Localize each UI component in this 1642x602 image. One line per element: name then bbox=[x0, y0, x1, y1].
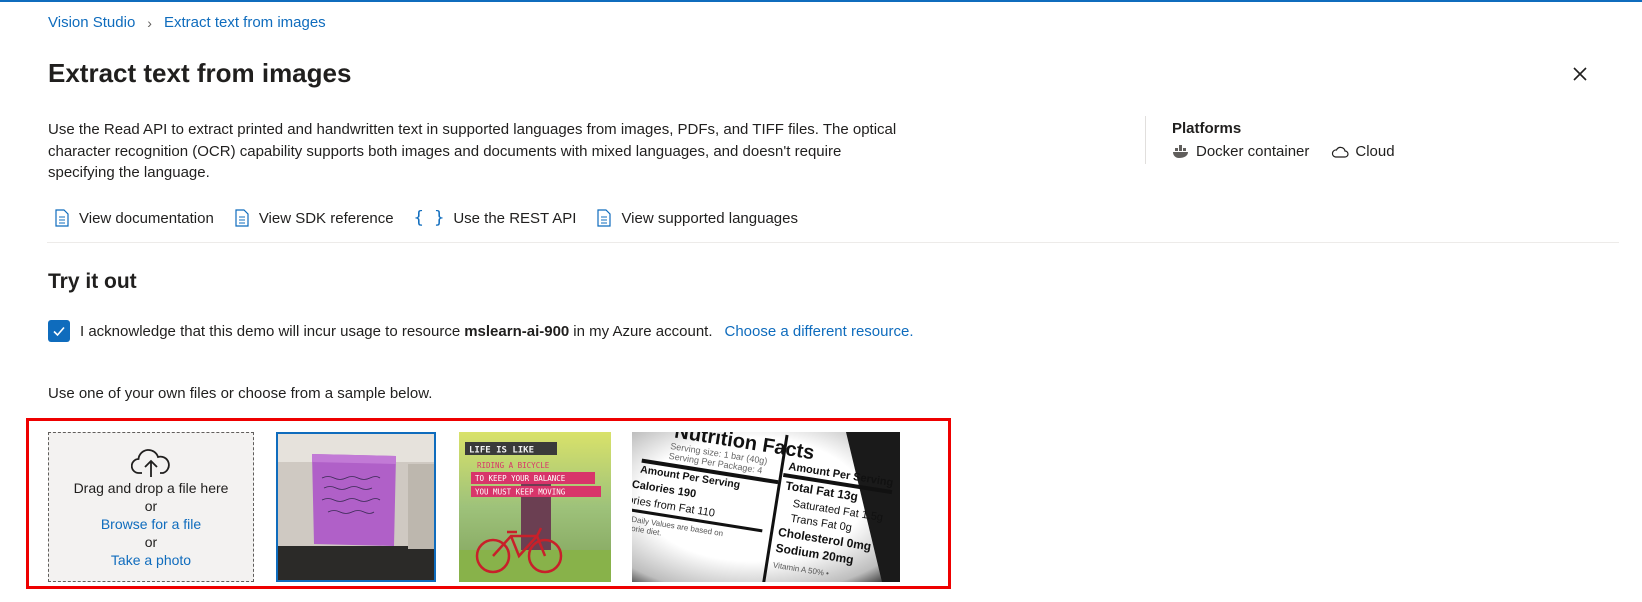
platform-cloud: Cloud bbox=[1331, 143, 1395, 160]
close-icon[interactable] bbox=[1568, 62, 1592, 86]
browse-file-link[interactable]: Browse for a file bbox=[49, 515, 253, 533]
link-view-sdk-reference[interactable]: View SDK reference bbox=[234, 209, 394, 227]
bicycle-line-4: YOU MUST KEEP MOVING bbox=[475, 488, 566, 497]
link-view-documentation[interactable]: View documentation bbox=[54, 209, 214, 227]
platform-cloud-label: Cloud bbox=[1355, 143, 1395, 160]
breadcrumb-current[interactable]: Extract text from images bbox=[164, 14, 326, 31]
link-use-rest-api[interactable]: { } Use the REST API bbox=[414, 208, 577, 228]
sample-image-sticky-note[interactable] bbox=[276, 432, 436, 582]
sample-image-bicycle-quote[interactable]: LIFE IS LIKE RIDING A BICYCLE TO KEEP YO… bbox=[459, 432, 611, 582]
platforms-panel: Platforms Docker container Cloud bbox=[1172, 120, 1417, 160]
link-view-supported-languages[interactable]: View supported languages bbox=[596, 209, 798, 227]
document-icon bbox=[234, 209, 250, 227]
resource-name: mslearn-ai-900 bbox=[464, 322, 570, 340]
link-view-supported-languages-label: View supported languages bbox=[621, 209, 798, 227]
platform-docker-label: Docker container bbox=[1196, 143, 1310, 160]
document-icon bbox=[54, 209, 70, 227]
or-text: or bbox=[144, 534, 158, 550]
or-text: or bbox=[144, 498, 158, 514]
sample-image-nutrition-facts[interactable]: Nutrition Facts Serving size: 1 bar (40g… bbox=[632, 432, 900, 582]
page-description: Use the Read API to extract printed and … bbox=[48, 121, 897, 181]
breadcrumb: Vision Studio › Extract text from images bbox=[48, 14, 326, 31]
link-use-rest-api-label: Use the REST API bbox=[453, 209, 577, 227]
sample-instructions: Use one of your own files or choose from… bbox=[48, 385, 433, 402]
section-divider bbox=[47, 242, 1619, 243]
breadcrumb-vision-studio[interactable]: Vision Studio bbox=[48, 14, 135, 31]
choose-different-resource-link[interactable]: Choose a different resource. bbox=[725, 323, 914, 340]
page-title: Extract text from images bbox=[48, 58, 352, 88]
bicycle-line-1: LIFE IS LIKE bbox=[469, 446, 534, 456]
link-view-documentation-label: View documentation bbox=[79, 209, 214, 227]
acknowledge-suffix: in my Azure account. bbox=[573, 322, 713, 340]
docker-icon bbox=[1173, 144, 1188, 158]
vertical-divider bbox=[1145, 116, 1146, 164]
drag-drop-text: Drag and drop a file here bbox=[73, 480, 229, 496]
link-view-sdk-reference-label: View SDK reference bbox=[258, 209, 394, 227]
braces-icon: { } bbox=[413, 208, 445, 228]
checkmark-icon bbox=[53, 326, 65, 337]
acknowledge-checkbox[interactable] bbox=[48, 320, 70, 342]
resource-links: View documentation View SDK reference { … bbox=[54, 208, 818, 228]
platform-docker: Docker container bbox=[1172, 143, 1309, 160]
cloud-icon bbox=[1332, 146, 1349, 158]
try-it-out-heading: Try it out bbox=[48, 270, 137, 293]
chevron-right-icon: › bbox=[147, 14, 152, 31]
bicycle-line-3: TO KEEP YOUR BALANCE bbox=[475, 474, 566, 483]
top-accent-line bbox=[0, 0, 1642, 2]
acknowledge-text: I acknowledge that this demo will incur … bbox=[80, 322, 461, 340]
bicycle-line-2: RIDING A BICYCLE bbox=[477, 461, 550, 470]
acknowledge-row: I acknowledge that this demo will incur … bbox=[48, 320, 914, 342]
take-photo-link[interactable]: Take a photo bbox=[49, 551, 253, 569]
platforms-title: Platforms bbox=[1172, 120, 1242, 137]
file-drop-zone[interactable]: Drag and drop a file here or Browse for … bbox=[48, 432, 254, 582]
cloud-upload-icon bbox=[49, 447, 253, 479]
document-icon bbox=[596, 209, 612, 227]
